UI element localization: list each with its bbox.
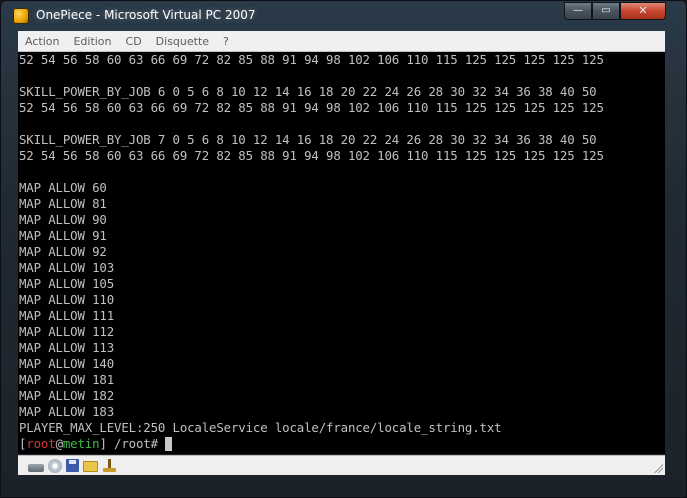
console-line: MAP ALLOW 182 bbox=[19, 388, 115, 403]
console-line: MAP ALLOW 105 bbox=[19, 276, 115, 291]
maximize-button[interactable]: ▭ bbox=[592, 2, 620, 20]
shared-folder-icon[interactable] bbox=[83, 461, 98, 472]
console-line: PLAYER_MAX_LEVEL:250 LocaleService local… bbox=[19, 420, 502, 435]
console-line: SKILL_POWER_BY_JOB 7 0 5 6 8 10 12 14 16… bbox=[19, 132, 597, 147]
console-line: MAP ALLOW 91 bbox=[19, 228, 107, 243]
menu-action[interactable]: Action bbox=[18, 35, 66, 48]
prompt-user: root bbox=[26, 436, 56, 451]
console-screen[interactable]: 52 54 56 58 60 63 66 69 72 82 85 88 91 9… bbox=[18, 52, 665, 454]
console-line: MAP ALLOW 60 bbox=[19, 180, 107, 195]
text-cursor bbox=[164, 437, 172, 451]
prompt-host: metin bbox=[62, 436, 100, 451]
cd-icon[interactable] bbox=[48, 458, 62, 473]
menu-disquette[interactable]: Disquette bbox=[149, 35, 216, 48]
status-bar bbox=[18, 455, 665, 475]
console-line: MAP ALLOW 183 bbox=[19, 404, 115, 419]
menu-edition[interactable]: Edition bbox=[66, 35, 118, 48]
console-line: MAP ALLOW 90 bbox=[19, 212, 107, 227]
menu-cd[interactable]: CD bbox=[119, 35, 149, 48]
title-bar[interactable]: OnePiece - Microsoft Virtual PC 2007 — ▭… bbox=[1, 1, 686, 31]
window-controls: — ▭ ✕ bbox=[564, 2, 666, 21]
console-line: SKILL_POWER_BY_JOB 6 0 5 6 8 10 12 14 16… bbox=[19, 84, 597, 99]
shell-prompt[interactable]: [root @ metin] /root# bbox=[18, 436, 665, 452]
resize-grip[interactable] bbox=[653, 463, 663, 473]
network-icon[interactable] bbox=[28, 463, 44, 472]
menu-bar: Action Edition CD Disquette ? bbox=[18, 31, 665, 52]
usb-icon[interactable] bbox=[102, 459, 116, 472]
console-line: MAP ALLOW 103 bbox=[19, 260, 115, 275]
prompt-bracket: [ bbox=[19, 436, 27, 451]
console-line: MAP ALLOW 110 bbox=[19, 292, 115, 307]
console-line: MAP ALLOW 112 bbox=[19, 324, 115, 339]
console-line: 52 54 56 58 60 63 66 69 72 82 85 88 91 9… bbox=[19, 52, 604, 67]
console-line: MAP ALLOW 81 bbox=[19, 196, 107, 211]
close-button[interactable]: ✕ bbox=[620, 2, 666, 20]
vpc-window: OnePiece - Microsoft Virtual PC 2007 — ▭… bbox=[0, 0, 687, 498]
prompt-at: @ bbox=[55, 436, 63, 451]
console-line: MAP ALLOW 181 bbox=[19, 372, 115, 387]
console-line: MAP ALLOW 113 bbox=[19, 340, 115, 355]
app-icon bbox=[13, 8, 29, 24]
minimize-button[interactable]: — bbox=[564, 2, 592, 20]
console-line: 52 54 56 58 60 63 66 69 72 82 85 88 91 9… bbox=[19, 148, 604, 163]
console-line: MAP ALLOW 92 bbox=[19, 244, 107, 259]
floppy-icon[interactable] bbox=[66, 459, 79, 472]
menu-help[interactable]: ? bbox=[216, 35, 236, 48]
console-line: MAP ALLOW 140 bbox=[19, 356, 115, 371]
console-line: 52 54 56 58 60 63 66 69 72 82 85 88 91 9… bbox=[19, 100, 604, 115]
console-line: MAP ALLOW 111 bbox=[19, 308, 115, 323]
window-title: OnePiece - Microsoft Virtual PC 2007 bbox=[36, 8, 256, 22]
prompt-path: ] /root# bbox=[99, 436, 158, 451]
